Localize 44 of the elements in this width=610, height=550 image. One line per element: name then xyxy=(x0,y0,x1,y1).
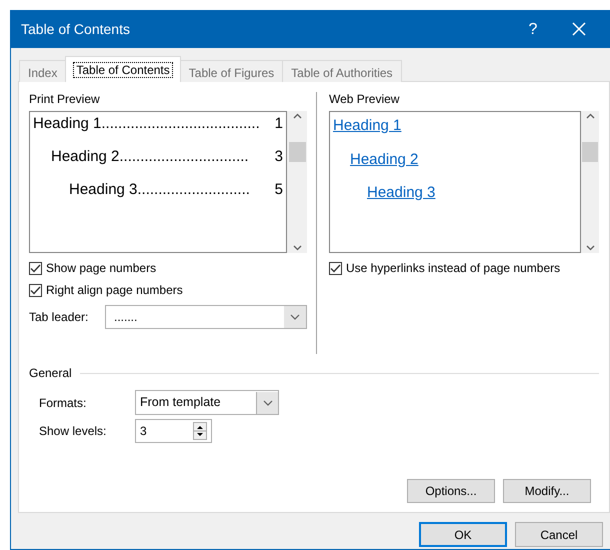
section-label: Print Preview xyxy=(29,91,101,108)
checkbox[interactable] xyxy=(29,262,42,274)
show-levels-label: Show levels: xyxy=(39,423,108,440)
page-number: 3 xyxy=(274,147,283,167)
scroll-down-icon[interactable] xyxy=(586,245,594,251)
show-levels-spinner[interactable]: 3 xyxy=(135,419,212,443)
page-number: 5 xyxy=(274,180,283,200)
formats-label: Formats: xyxy=(39,394,88,412)
toc-link[interactable]: Heading 1 xyxy=(333,115,402,138)
dialog-button[interactable]: Modify... xyxy=(503,479,591,503)
checkbox-label: Use hyperlinks instead of page numbers xyxy=(346,260,560,277)
tab-leader-label: Tab leader: xyxy=(29,309,90,326)
toc-entry: Heading 3........................... xyxy=(69,180,250,200)
tab-leader-dropdown[interactable]: ....... xyxy=(105,305,307,329)
dialog-button[interactable]: Options... xyxy=(407,479,495,503)
scroll-thumb[interactable] xyxy=(582,142,598,162)
group-title: General xyxy=(29,365,72,382)
chevron-down-icon xyxy=(262,400,272,406)
toc-entry: Heading 1...................................... xyxy=(33,114,260,134)
scroll-down-icon[interactable] xyxy=(292,245,302,251)
checkbox-label: Show page numbers xyxy=(46,260,156,277)
dialog-button[interactable]: Cancel xyxy=(515,522,603,547)
formats-dropdown[interactable]: From template xyxy=(135,390,279,415)
scroll-thumb[interactable] xyxy=(288,142,306,162)
tab[interactable]: Table of Authorities xyxy=(282,60,402,82)
tab[interactable]: Index xyxy=(19,60,66,82)
page-number: 1 xyxy=(274,114,283,134)
toc-link[interactable]: Heading 3 xyxy=(367,182,436,204)
toc-entry: Heading 2............................... xyxy=(51,147,249,167)
chevron-down-icon xyxy=(290,314,300,320)
section-label: Web Preview xyxy=(329,91,400,108)
window-title: Table of Contents xyxy=(21,20,130,39)
spin-arrows-icon xyxy=(193,422,207,440)
dialog-button[interactable]: OK xyxy=(419,522,507,547)
scroll-up-icon[interactable] xyxy=(586,113,594,119)
help-button[interactable]: ? xyxy=(510,18,556,42)
toc-link[interactable]: Heading 2 xyxy=(350,148,418,171)
tab[interactable]: Table of Contents xyxy=(65,56,181,82)
checkbox[interactable] xyxy=(329,262,342,274)
checkbox[interactable] xyxy=(29,284,42,296)
close-icon[interactable] xyxy=(572,22,586,36)
tab[interactable]: Table of Figures xyxy=(180,60,284,82)
checkbox-label: Right align page numbers xyxy=(46,282,183,299)
scroll-up-icon[interactable] xyxy=(292,113,302,119)
